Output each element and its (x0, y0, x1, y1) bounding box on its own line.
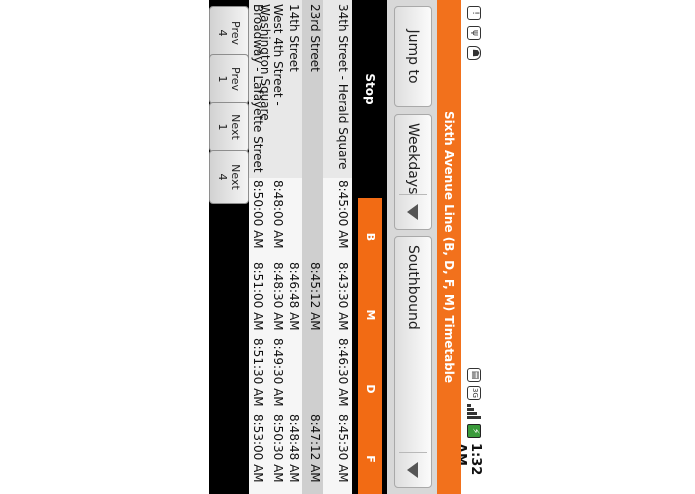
time-cell: 8:43:30 AM (336, 262, 350, 331)
prev-1-button[interactable]: Prev 1 (209, 54, 249, 104)
time-cell: 8:47:12 AM (308, 414, 322, 483)
notification-icon: ! (467, 6, 481, 20)
stop-name: 23rd Street (308, 4, 322, 72)
table-header: Stop B M D F (352, 0, 387, 494)
screenshot-icon: ▤ (467, 368, 481, 382)
time-cell: 8:51:30 AM (251, 338, 265, 407)
status-bar: ! ψ ☗ ▤ 3G ⚡ 1:32 AM (453, 0, 486, 494)
prev-1-label: Prev (229, 67, 242, 91)
time-cell: 8:45:12 AM (308, 262, 322, 331)
next-4-count: 4 (216, 173, 229, 181)
time-cell: 8:46:48 AM (287, 262, 301, 331)
time-cell: 8:51:00 AM (251, 262, 265, 331)
stop-column-header: Stop (363, 73, 377, 105)
day-select-value: Weekdays (405, 123, 421, 195)
jump-to-button[interactable]: Jump to (394, 6, 432, 107)
filter-bar: Jump to Weekdays Southbound (387, 0, 437, 494)
next-1-button[interactable]: Next 1 (209, 102, 249, 152)
chevron-down-icon (399, 452, 427, 487)
chevron-down-icon (399, 194, 427, 229)
route-header-f: F (358, 424, 382, 494)
page-title: Sixth Avenue Line (B, D, F, M) Timetable (437, 0, 461, 494)
rotated-viewport: ! ψ ☗ ▤ 3G ⚡ 1:32 AM Sixth Avenue Line (… (209, 0, 486, 494)
signal-icon (467, 404, 481, 419)
prev-1-count: 1 (216, 75, 229, 83)
time-cell: 8:45:30 AM (336, 414, 350, 483)
prev-4-button[interactable]: Prev 4 (209, 6, 249, 60)
next-4-button[interactable]: Next 4 (209, 150, 249, 204)
direction-select-value: Southbound (405, 245, 421, 330)
time-cell: 8:48:30 AM (271, 262, 285, 331)
route-header-m: M (358, 276, 382, 354)
route-header-d: D (358, 354, 382, 424)
navigation-buttons: Prev 4 Prev 1 Next 1 Next 4 (209, 0, 249, 494)
timetable: 34th Street - Herald Square 8:45:00 AM 8… (249, 0, 352, 494)
prev-4-count: 4 (216, 29, 229, 37)
android-debug-icon: ☗ (467, 46, 481, 60)
time-cell: 8:49:30 AM (271, 338, 285, 407)
day-select[interactable]: Weekdays (394, 114, 432, 230)
next-4-label: Next (229, 164, 242, 190)
time-cell: 8:46:30 AM (336, 338, 350, 407)
direction-select[interactable]: Southbound (394, 236, 432, 488)
time-cell: 8:48:48 AM (287, 414, 301, 483)
usb-icon: ψ (467, 26, 481, 40)
battery-charging-icon: ⚡ (467, 424, 481, 438)
time-cell: 8:45:00 AM (336, 180, 350, 249)
next-1-count: 1 (216, 123, 229, 131)
route-header-b: B (358, 198, 382, 276)
time-cell: 8:50:30 AM (271, 414, 285, 483)
stop-name: 34th Street - Herald Square (336, 4, 350, 170)
stop-name: 14th Street (287, 4, 301, 72)
next-1-label: Next (229, 114, 242, 140)
jump-to-label: Jump to (405, 29, 421, 84)
time-cell: 8:50:00 AM (251, 180, 265, 249)
stop-name: Broadway - Lafayette Street (251, 4, 265, 173)
phone-screen: ! ψ ☗ ▤ 3G ⚡ 1:32 AM Sixth Avenue Line (… (209, 0, 486, 494)
prev-4-label: Prev (229, 21, 242, 45)
time-cell: 8:48:00 AM (271, 180, 285, 249)
3g-network-icon: 3G (467, 386, 481, 400)
time-cell: 8:53:00 AM (251, 414, 265, 483)
